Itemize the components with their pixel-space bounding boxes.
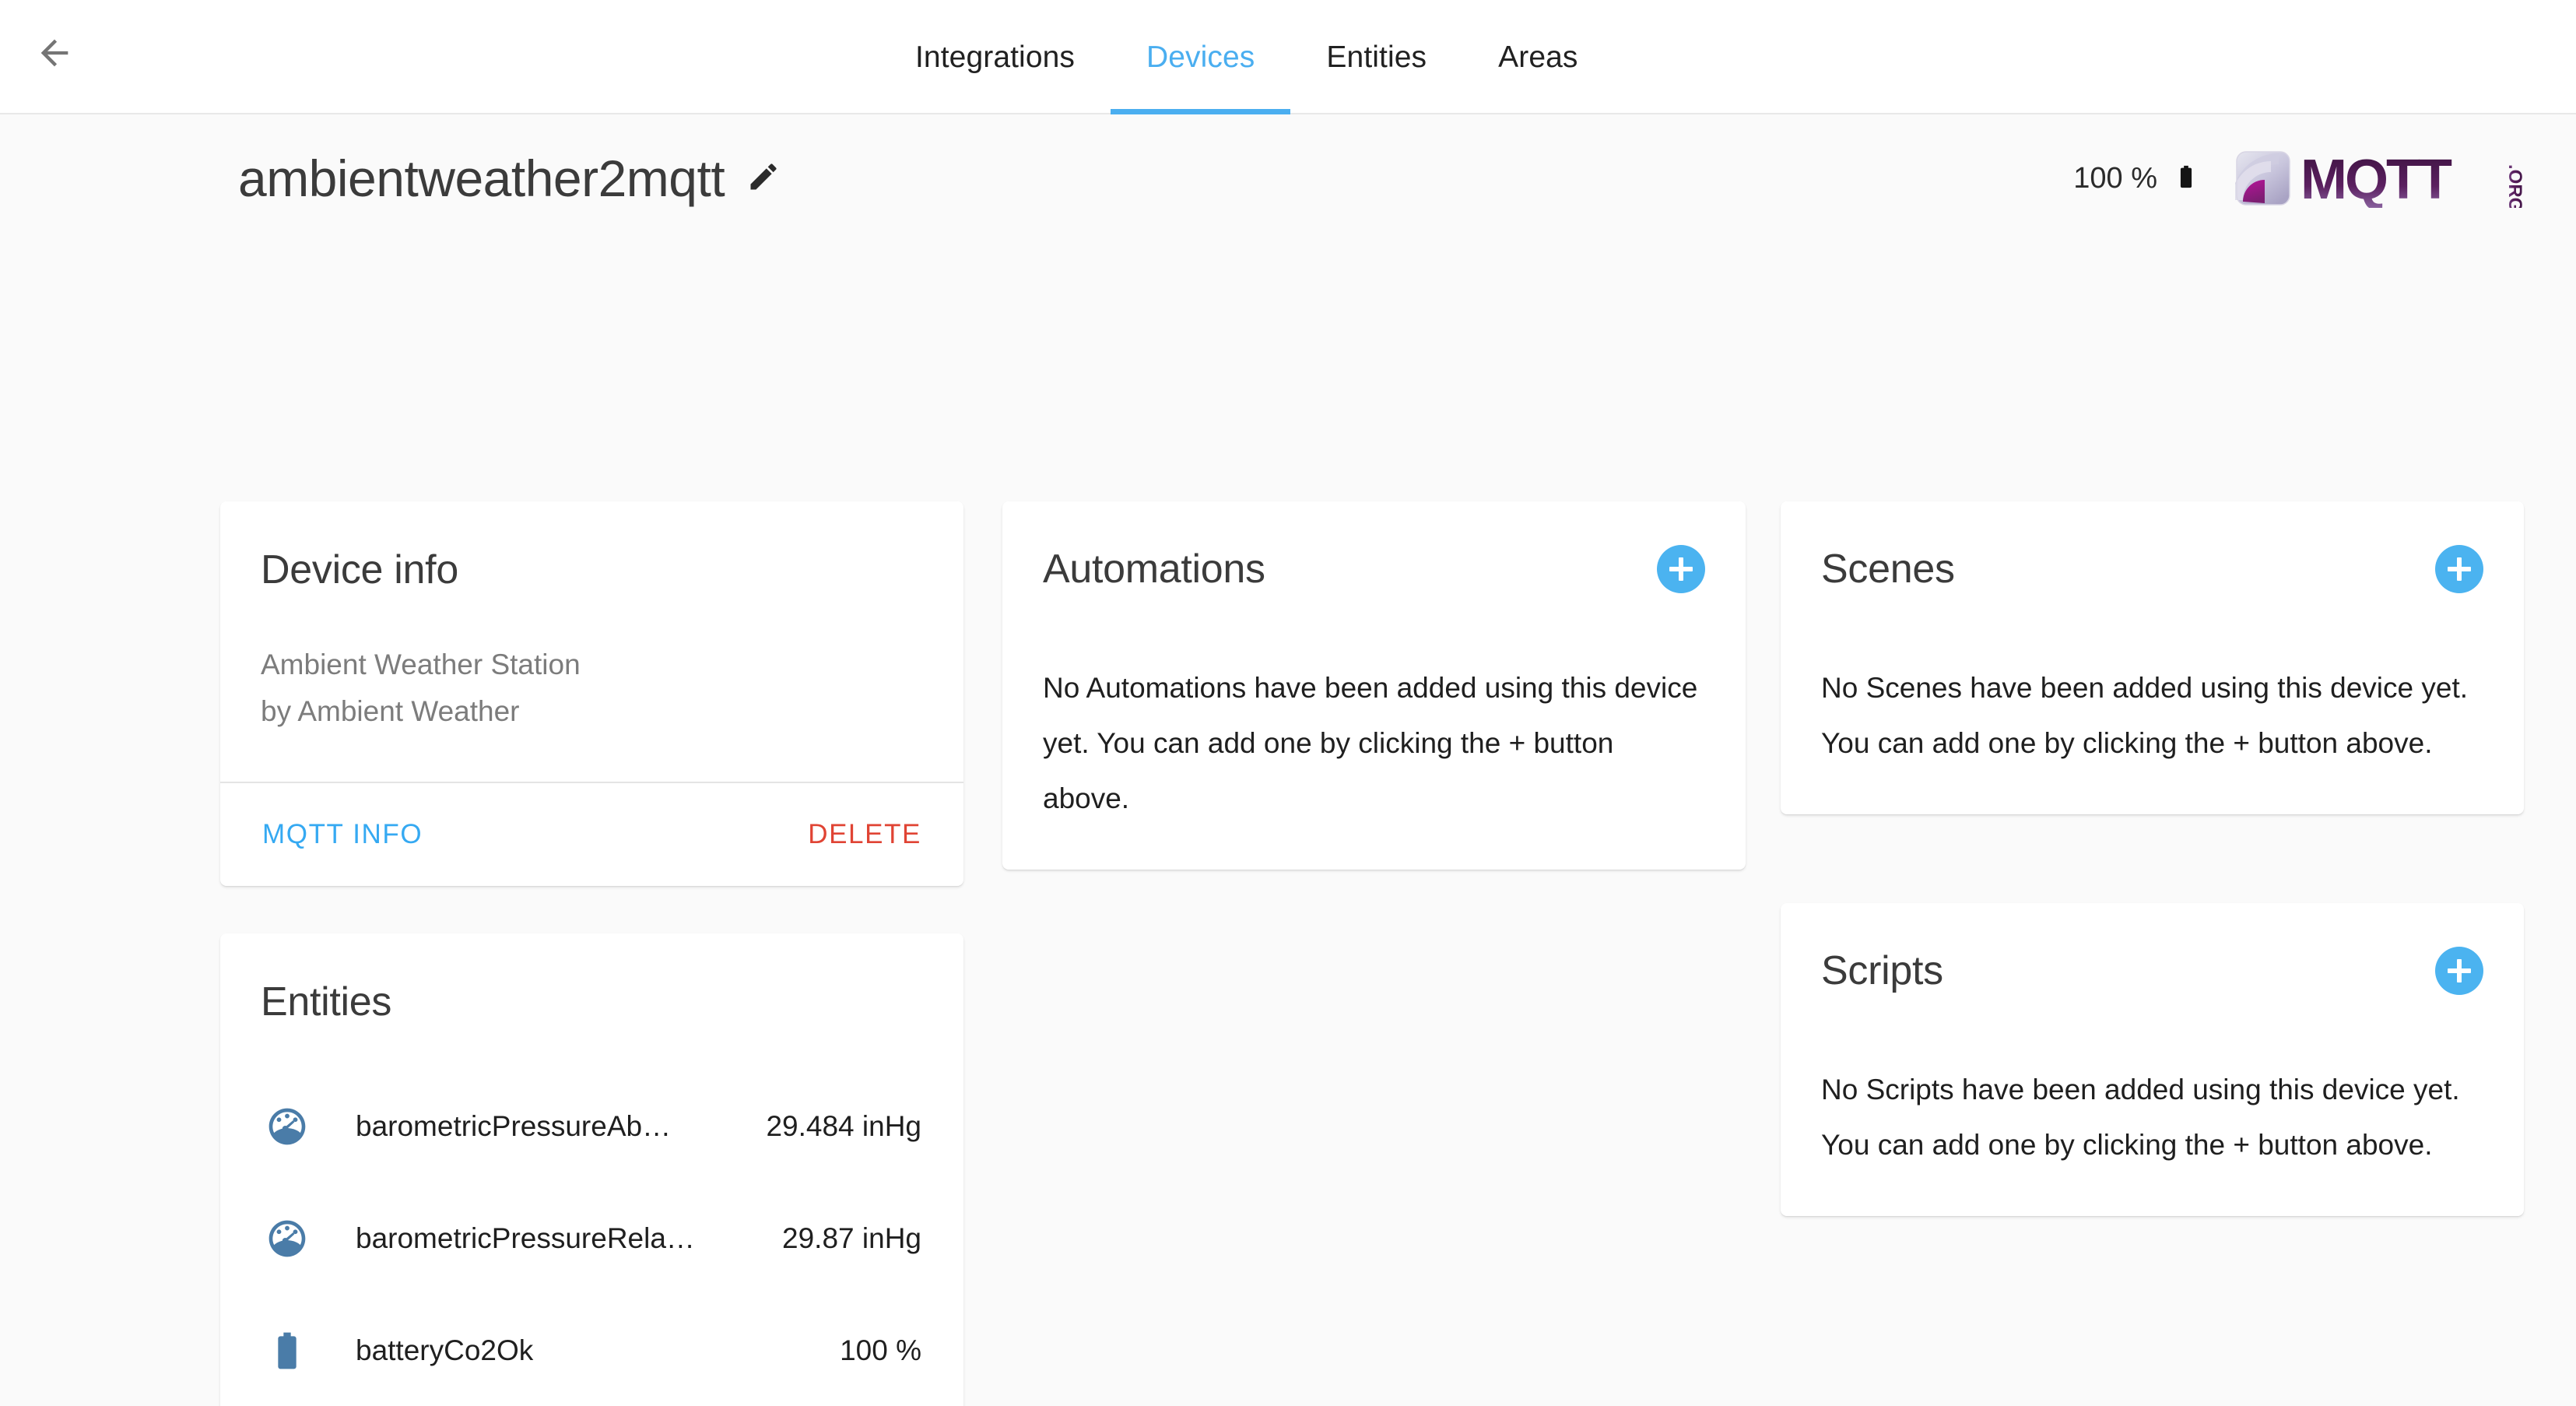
mqtt-org-logo: MQTT .ORG	[2235, 149, 2525, 207]
tab-entities-label: Entities	[1326, 40, 1427, 75]
list-item[interactable]: barometricPressureRela… 29.87 inHg	[220, 1183, 963, 1295]
automations-body: Automations No Automations have been add…	[1002, 501, 1746, 870]
automations-card: Automations No Automations have been add…	[1002, 501, 1746, 870]
svg-text:.ORG: .ORG	[2504, 164, 2525, 208]
scripts-header: Scripts	[1821, 947, 2483, 995]
entity-value: 29.87 inHg	[782, 1222, 921, 1255]
entities-header: Entities	[220, 933, 963, 1025]
entities-list: barometricPressureAb… 29.484 inHg barome…	[220, 1025, 963, 1406]
scenes-empty-text: No Scenes have been added using this dev…	[1821, 660, 2483, 771]
automations-header: Automations	[1043, 545, 1705, 593]
device-model-label: Ambient Weather Station	[261, 641, 923, 688]
gauge-icon	[259, 1105, 315, 1148]
gauge-icon	[259, 1217, 315, 1260]
add-script-button[interactable]	[2435, 947, 2483, 995]
pencil-icon[interactable]	[746, 160, 781, 198]
device-info-title: Device info	[261, 547, 923, 593]
arrow-left-icon	[34, 33, 75, 73]
battery-full-icon	[2173, 154, 2199, 203]
tab-bar: Integrations Devices Entities Areas	[879, 0, 1614, 114]
device-info-card: Device info Ambient Weather Station by A…	[220, 501, 963, 886]
scripts-body: Scripts No Scripts have been added using…	[1781, 903, 2524, 1216]
tab-devices-label: Devices	[1146, 40, 1255, 75]
entity-name: batteryCo2Ok	[356, 1334, 821, 1367]
scripts-title: Scripts	[1821, 947, 1943, 994]
entity-name: barometricPressureAb…	[356, 1110, 747, 1143]
tab-devices[interactable]: Devices	[1111, 0, 1290, 114]
tab-entities[interactable]: Entities	[1290, 0, 1462, 114]
entity-name: barometricPressureRela…	[356, 1222, 763, 1255]
top-app-bar: Integrations Devices Entities Areas	[0, 0, 2576, 114]
tab-areas[interactable]: Areas	[1462, 0, 1613, 114]
scenes-card: Scenes No Scenes have been added using t…	[1781, 501, 2524, 814]
page-header: ambientweather2mqtt 100 %	[0, 114, 2576, 242]
tab-integrations[interactable]: Integrations	[879, 0, 1111, 114]
scripts-empty-text: No Scripts have been added using this de…	[1821, 1062, 2483, 1172]
entities-title: Entities	[261, 979, 923, 1025]
battery-percent-label: 100 %	[2073, 162, 2157, 195]
automations-title: Automations	[1043, 546, 1265, 592]
header-right-group: 100 %	[2073, 149, 2525, 207]
page-title: ambientweather2mqtt	[238, 153, 725, 204]
add-automation-button[interactable]	[1657, 545, 1705, 593]
back-button[interactable]	[23, 22, 86, 84]
entity-value: 100 %	[840, 1334, 921, 1367]
battery-readout: 100 %	[2073, 154, 2199, 203]
scenes-header: Scenes	[1821, 545, 2483, 593]
scenes-title: Scenes	[1821, 546, 1955, 592]
delete-button[interactable]: DELETE	[808, 819, 921, 850]
tab-integrations-label: Integrations	[915, 40, 1075, 75]
device-title-group: ambientweather2mqtt	[238, 153, 781, 204]
device-info-actions: MQTT INFO DELETE	[220, 783, 963, 886]
list-item[interactable]: batteryCo2Ok 100 %	[220, 1295, 963, 1406]
entities-card: Entities barometricPressureAb… 29.484 in…	[220, 933, 963, 1406]
device-manufacturer-label: by Ambient Weather	[261, 688, 923, 735]
add-scene-button[interactable]	[2435, 545, 2483, 593]
scripts-card: Scripts No Scripts have been added using…	[1781, 903, 2524, 1216]
svg-text:MQTT: MQTT	[2301, 149, 2452, 208]
device-info-body: Device info Ambient Weather Station by A…	[220, 501, 963, 782]
battery-icon	[259, 1329, 315, 1373]
list-item[interactable]: barometricPressureAb… 29.484 inHg	[220, 1070, 963, 1183]
mqtt-info-button[interactable]: MQTT INFO	[262, 819, 423, 850]
scenes-body: Scenes No Scenes have been added using t…	[1781, 501, 2524, 814]
automations-empty-text: No Automations have been added using thi…	[1043, 660, 1705, 826]
tab-areas-label: Areas	[1498, 40, 1578, 75]
entity-value: 29.484 inHg	[766, 1110, 921, 1143]
